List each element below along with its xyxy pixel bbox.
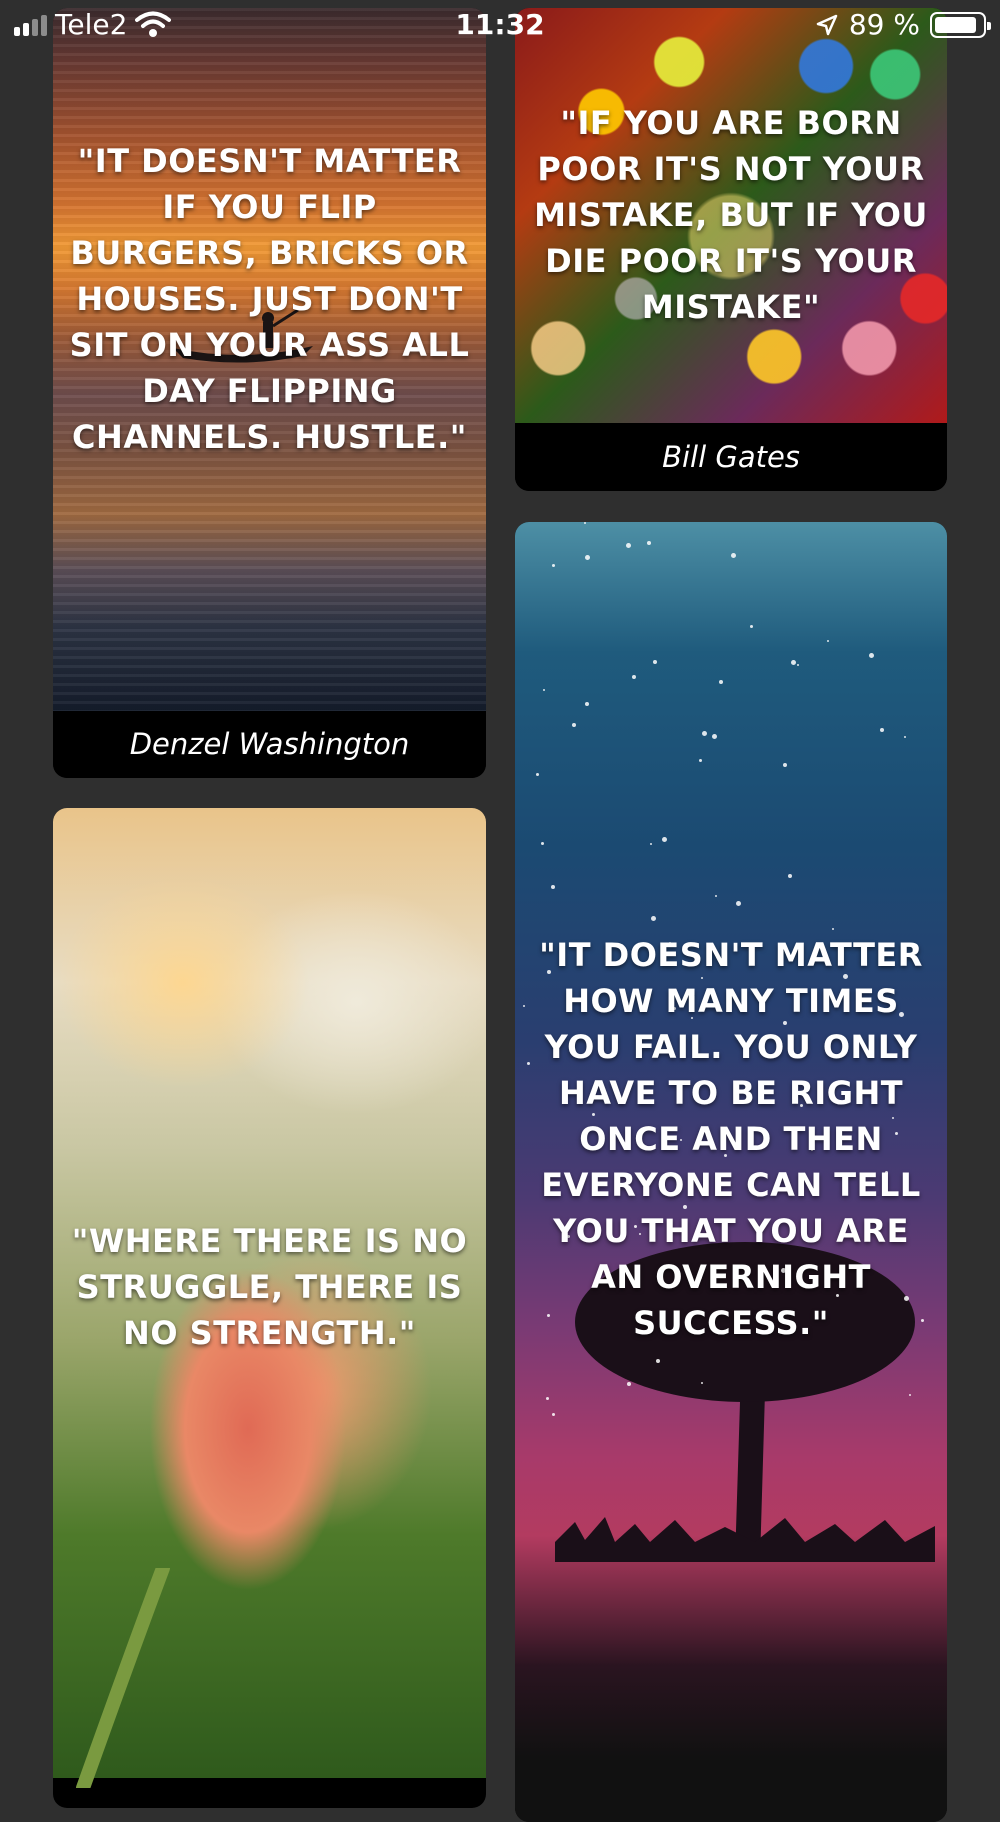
location-arrow-icon <box>816 14 838 35</box>
star <box>552 1413 555 1416</box>
star <box>651 916 656 921</box>
star <box>656 1359 660 1363</box>
star <box>736 901 741 906</box>
star <box>552 564 555 567</box>
star <box>869 653 874 658</box>
tulip-stem <box>76 1568 170 1788</box>
quote-text: "IT DOESN'T MATTER HOW MANY TIMES YOU FA… <box>539 936 923 1342</box>
star <box>832 928 834 930</box>
star <box>702 731 707 736</box>
quote-card-denzel-washington[interactable]: "IT DOESN'T MATTER IF YOU FLIP BURGERS, … <box>53 8 486 778</box>
star <box>546 1397 549 1400</box>
star <box>712 734 717 739</box>
star <box>585 555 590 560</box>
star <box>797 664 799 666</box>
star <box>701 1382 703 1384</box>
star <box>647 541 651 545</box>
star <box>627 1382 631 1386</box>
star <box>632 675 636 679</box>
star <box>880 728 884 732</box>
star <box>904 736 906 738</box>
star <box>572 723 576 727</box>
star <box>543 689 545 691</box>
star <box>699 759 702 762</box>
status-right: 89 % <box>815 8 991 41</box>
quote-card-tulip[interactable]: "WHERE THERE IS NO STRUGGLE, THERE IS NO… <box>53 808 486 1808</box>
star <box>584 522 586 524</box>
star <box>783 763 787 767</box>
battery-icon <box>930 11 991 38</box>
status-bar: Tele2 11:32 89 % <box>0 0 1000 50</box>
star <box>827 640 829 642</box>
star <box>536 773 539 776</box>
star <box>719 680 723 684</box>
star <box>788 874 792 878</box>
quote-text: "IF YOU ARE BORN POOR IT'S NOT YOUR MIST… <box>534 104 928 326</box>
star <box>731 553 736 558</box>
quote-author: Bill Gates <box>515 423 947 491</box>
star <box>523 1005 525 1007</box>
quote-card-bill-gates[interactable]: "IF YOU ARE BORN POOR IT'S NOT YOUR MIST… <box>515 8 947 491</box>
star <box>650 843 652 845</box>
star <box>626 543 631 548</box>
star <box>662 837 667 842</box>
battery-percent: 89 % <box>848 8 920 41</box>
star <box>750 625 753 628</box>
star <box>585 702 589 706</box>
quote-card-night-sky[interactable]: "IT DOESN'T MATTER HOW MANY TIMES YOU FA… <box>515 522 947 1822</box>
star <box>715 895 717 897</box>
star <box>909 1394 911 1396</box>
star <box>541 842 544 845</box>
star <box>791 660 796 665</box>
star <box>653 660 657 664</box>
quote-text: "IT DOESN'T MATTER IF YOU FLIP BURGERS, … <box>69 142 470 456</box>
quote-author: Denzel Washington <box>53 711 486 778</box>
star <box>551 885 555 889</box>
quote-text: "WHERE THERE IS NO STRUGGLE, THERE IS NO… <box>71 1222 468 1352</box>
battery-fill <box>935 16 976 33</box>
